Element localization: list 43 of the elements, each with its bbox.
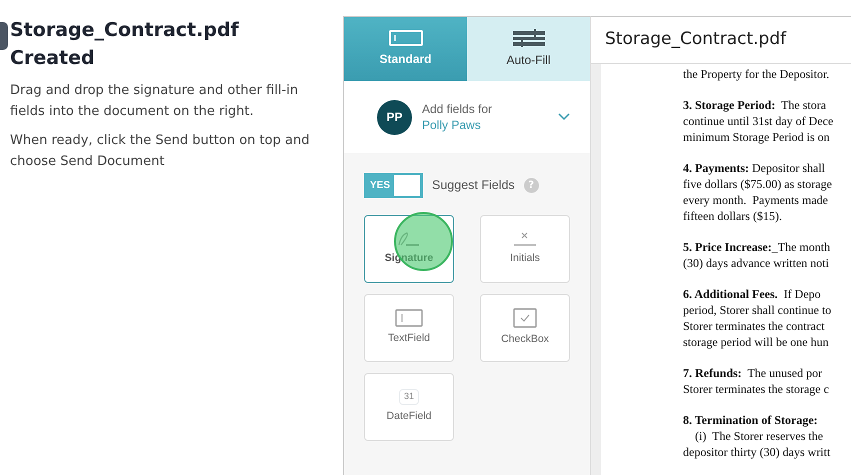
field-tile[interactable]: CheckBox [480, 294, 570, 362]
document-line: (i) The Storer reserves the [694, 428, 824, 444]
document-line: 6. Additional Fees. If Depo [683, 286, 822, 302]
pen-line-icon [397, 231, 421, 248]
chevron-down-icon [558, 113, 570, 121]
document-line: five dollars ($75.00) as storage [683, 176, 833, 192]
tab[interactable]: Auto-Fill [467, 17, 590, 81]
heading-line: Created [10, 46, 96, 71]
document-line: Storer terminates the contract [683, 318, 826, 334]
document-line: 3. Storage Period: The stora [683, 97, 828, 113]
document-line: (30) days advance written noti [683, 255, 830, 271]
step-marker [0, 22, 8, 50]
document-line: fifteen dollars ($15). [683, 208, 783, 224]
avatar: PP [377, 100, 412, 134]
document-line: 8. Termination of Storage: [683, 412, 819, 428]
checkbox-icon [513, 308, 537, 328]
document-title: Storage_Contract.pdf [591, 17, 851, 64]
document-line: the Property for the Depositor. [683, 66, 830, 82]
document-line: minimum Storage Period is on [683, 129, 831, 145]
input-box-icon [388, 30, 422, 46]
heading-line: Storage_Contract.pdf [10, 18, 240, 43]
document-line: depositor thirty (30) days writt [683, 444, 832, 460]
tab[interactable]: Standard [344, 17, 467, 81]
calendar-icon: 31 [398, 389, 419, 405]
document-line: 5. Price Increase:_The month [683, 239, 832, 255]
sliders-icon [512, 29, 546, 47]
field-tile[interactable]: TextField [364, 294, 454, 362]
document-line: 4. Payments: Depositor shall [683, 160, 826, 176]
document-line: 7. Refunds: The unused por [683, 365, 824, 381]
field-tile[interactable]: Initials [480, 215, 570, 283]
recipient-name[interactable]: Polly Paws [422, 117, 548, 133]
field-tile[interactable]: 31 DateField [364, 373, 454, 441]
instruction-text: When ready, click the Send button on top and choose Send Document [10, 132, 310, 171]
document-line: storage period will be one hun [683, 334, 830, 350]
document-line: every month. Payments made [683, 192, 829, 208]
text-box-icon [395, 309, 423, 328]
suggest-label: Suggest Fields [432, 177, 515, 194]
document-line: Storer terminates the storage c [683, 381, 830, 397]
document-line: period, Storer shall continue to [683, 302, 832, 318]
document-line: continue until 31st day of Dece [683, 113, 834, 129]
cross-line-icon [513, 231, 537, 248]
instruction-text: Drag and drop the signature and other fill-in fields into the document on the right. [10, 82, 300, 121]
caption-text: Add fields for [422, 101, 494, 117]
